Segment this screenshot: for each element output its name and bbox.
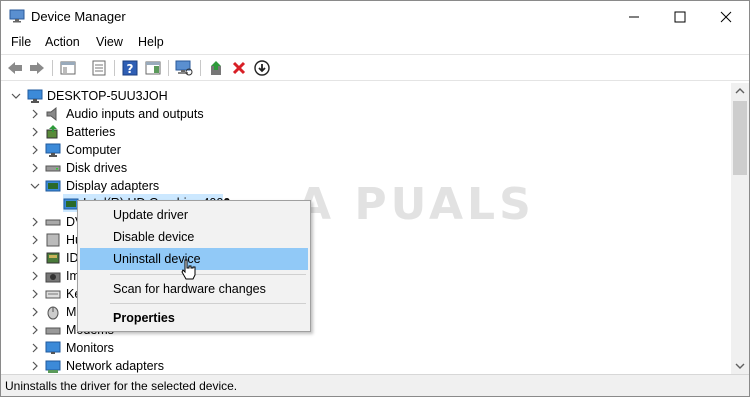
tree-node-label: Computer bbox=[66, 143, 121, 157]
uninstall-device-icon[interactable] bbox=[230, 59, 248, 77]
tree-node-computer[interactable]: Computer bbox=[1, 141, 729, 159]
camera-icon bbox=[45, 272, 61, 283]
tree-node-label: Batteries bbox=[66, 125, 116, 139]
window-title: Device Manager bbox=[31, 9, 126, 24]
menu-separator bbox=[110, 303, 306, 304]
properties-menu-item[interactable]: Properties bbox=[80, 307, 308, 329]
chevron-right-icon bbox=[32, 361, 38, 371]
tree-node-network-adapters[interactable]: Network adapters bbox=[1, 357, 729, 374]
action-pane-icon[interactable] bbox=[144, 59, 162, 77]
chevron-right-icon bbox=[32, 217, 38, 227]
update-driver-icon[interactable] bbox=[207, 59, 225, 77]
tree-node-monitors[interactable]: Monitors bbox=[1, 339, 729, 357]
close-button[interactable] bbox=[703, 1, 749, 32]
menu-separator bbox=[110, 274, 306, 275]
chevron-right-icon bbox=[32, 253, 38, 263]
chevron-right-icon bbox=[32, 145, 38, 155]
hid-icon bbox=[46, 233, 60, 247]
chevron-down-icon bbox=[11, 93, 21, 99]
device-manager-icon bbox=[9, 9, 25, 23]
chevron-right-icon bbox=[32, 343, 38, 353]
ide-icon bbox=[46, 252, 60, 264]
tree-node-disk-drives[interactable]: Disk drives bbox=[1, 159, 729, 177]
menu-bar: File Action View Help bbox=[1, 32, 749, 54]
chevron-right-icon bbox=[32, 289, 38, 299]
tree-node-batteries[interactable]: Batteries bbox=[1, 123, 729, 141]
toolbar-separator bbox=[168, 60, 169, 76]
update-driver-menu-item[interactable]: Update driver bbox=[80, 204, 308, 226]
chevron-right-icon bbox=[32, 325, 38, 335]
tree-node-label: Audio inputs and outputs bbox=[66, 107, 204, 121]
menu-help[interactable]: Help bbox=[138, 35, 164, 49]
chevron-right-icon bbox=[32, 163, 38, 173]
battery-icon bbox=[46, 125, 58, 139]
toolbar-separator bbox=[114, 60, 115, 76]
chevron-right-icon bbox=[32, 127, 38, 137]
tree-root-label: DESKTOP-5UU3JOH bbox=[47, 89, 168, 103]
scan-hardware-icon[interactable] bbox=[175, 59, 193, 77]
back-arrow-icon[interactable] bbox=[6, 59, 24, 77]
hand-cursor-icon bbox=[181, 259, 196, 280]
menu-item-label: Disable device bbox=[113, 230, 195, 244]
speaker-icon bbox=[46, 106, 57, 122]
modem-icon bbox=[45, 327, 61, 335]
tree-node-label: Display adapters bbox=[66, 179, 160, 193]
minimize-button[interactable] bbox=[611, 1, 657, 32]
keyboard-icon bbox=[45, 290, 61, 299]
properties-icon[interactable] bbox=[90, 59, 108, 77]
title-bar: Device Manager bbox=[1, 1, 749, 32]
disk-drive-icon bbox=[45, 165, 61, 172]
tree-node-label: Monitors bbox=[66, 341, 114, 355]
menu-view[interactable]: View bbox=[96, 35, 123, 49]
computer-icon bbox=[27, 89, 43, 103]
watermark-logo: A PUALS bbox=[297, 179, 535, 230]
status-bar: Uninstalls the driver for the selected d… bbox=[1, 374, 749, 396]
menu-action[interactable]: Action bbox=[45, 35, 80, 49]
chevron-right-icon bbox=[32, 271, 38, 281]
toolbar-separator bbox=[52, 60, 53, 76]
display-adapter-icon bbox=[45, 180, 61, 192]
menu-item-label: Properties bbox=[113, 311, 175, 325]
scroll-up-icon bbox=[735, 88, 745, 94]
vertical-scrollbar[interactable] bbox=[731, 83, 749, 374]
computer-icon bbox=[45, 143, 61, 157]
disable-device-menu-item[interactable]: Disable device bbox=[80, 226, 308, 248]
tree-node-label: Disk drives bbox=[66, 161, 128, 175]
show-hide-console-tree-icon[interactable] bbox=[59, 59, 77, 77]
chevron-right-icon bbox=[32, 307, 38, 317]
maximize-icon bbox=[674, 11, 686, 22]
close-icon bbox=[720, 11, 732, 22]
device-manager-window: Device Manager File Action View Help ? D… bbox=[0, 0, 750, 397]
maximize-button[interactable] bbox=[657, 1, 703, 32]
chevron-down-icon bbox=[30, 183, 40, 189]
tree-node-label: M bbox=[66, 305, 77, 319]
status-text: Uninstalls the driver for the selected d… bbox=[5, 379, 238, 393]
monitor-icon bbox=[45, 341, 61, 354]
tree-node-label: Network adapters bbox=[66, 359, 164, 373]
enable-device-icon[interactable] bbox=[253, 59, 271, 77]
network-icon bbox=[45, 360, 61, 373]
menu-file[interactable]: File bbox=[11, 35, 31, 49]
toolbar-separator bbox=[200, 60, 201, 76]
tree-node-audio[interactable]: Audio inputs and outputs bbox=[1, 105, 729, 123]
minimize-icon bbox=[629, 16, 639, 17]
toolbar: ? bbox=[1, 54, 749, 81]
mouse-icon bbox=[47, 306, 59, 320]
scan-hardware-menu-item[interactable]: Scan for hardware changes bbox=[80, 278, 308, 300]
menu-item-label: Scan for hardware changes bbox=[113, 282, 266, 296]
menu-item-label: Update driver bbox=[113, 208, 189, 222]
scrollbar-thumb[interactable] bbox=[733, 101, 747, 175]
chevron-right-icon bbox=[32, 109, 38, 119]
forward-arrow-icon[interactable] bbox=[28, 59, 46, 77]
dvd-icon bbox=[45, 219, 61, 226]
tree-root[interactable]: DESKTOP-5UU3JOH bbox=[1, 87, 729, 105]
chevron-right-icon bbox=[32, 235, 38, 245]
scroll-down-icon bbox=[735, 363, 745, 369]
svg-text:?: ? bbox=[127, 62, 134, 76]
help-icon[interactable]: ? bbox=[121, 59, 139, 77]
